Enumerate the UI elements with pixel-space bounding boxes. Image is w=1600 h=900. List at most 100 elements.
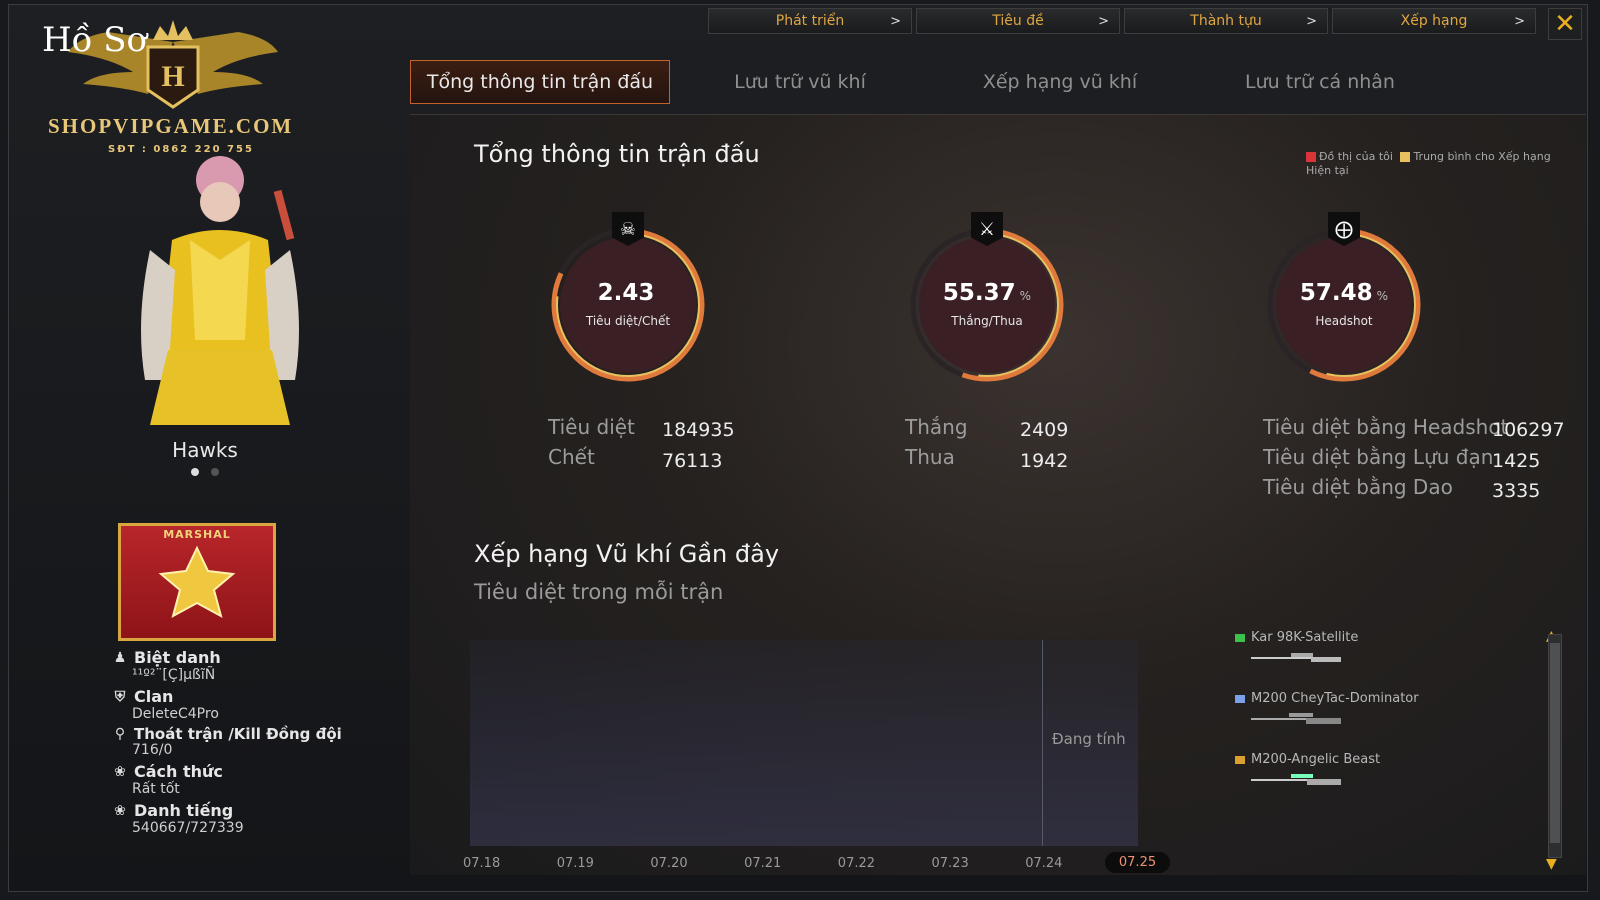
character-pager[interactable] xyxy=(191,468,219,476)
weapon-rank-subtitle: Tiêu diệt trong mỗi trận xyxy=(474,580,724,604)
weapon-name: Kar 98K-Satellite xyxy=(1251,630,1359,645)
weapon-color-swatch xyxy=(1235,694,1245,703)
clan-shield-icon: ⛨ xyxy=(114,688,126,705)
manner-value: Rất tốt xyxy=(132,781,180,797)
headshot-kills-value: 106297 xyxy=(1492,419,1565,441)
knife-kills-value: 3335 xyxy=(1492,480,1541,502)
deaths-value: 76113 xyxy=(662,450,723,472)
kd-gauge: ☠ 2.43 Tiêu diệt/Chết xyxy=(543,212,713,390)
rank-badge: MARSHAL xyxy=(118,523,276,641)
kd-label: Tiêu diệt/Chết xyxy=(585,314,671,328)
menu-achievements[interactable]: Thành tựu > xyxy=(1124,8,1328,34)
winloss-gauge: ⚔ 55.37% Thắng/Thua xyxy=(902,212,1072,390)
legend-mine: Đồ thị của tôi xyxy=(1319,150,1393,163)
knife-kills-label: Tiêu diệt bằng Dao xyxy=(1263,475,1453,499)
clan-label: Clan xyxy=(134,687,174,706)
headshot-kills-label: Tiêu diệt bằng Headshot xyxy=(1263,415,1509,439)
sniper-rifle-icon xyxy=(1251,713,1341,724)
kd-value: 2.43 xyxy=(597,280,655,306)
pager-dot-1[interactable] xyxy=(191,468,199,476)
chart-divider xyxy=(1042,640,1043,846)
x-tick-label: 07.24 xyxy=(1025,856,1063,871)
x-tick-label: 07.18 xyxy=(463,856,501,871)
headshot-label: Headshot xyxy=(1315,314,1373,328)
profile-info: ♟ Biệt danh ¹¹º²¨[Ç]µßĩÑ ⛨ Clan DeleteC4Pr… xyxy=(112,648,372,840)
top-menu: Phát triển > Tiêu đề > Thành tựu > Xếp hạng… xyxy=(708,8,1536,34)
character-name: Hawks xyxy=(172,438,238,462)
weapon-item[interactable]: M200-Angelic Beast xyxy=(1235,752,1515,813)
x-tick-label: 07.20 xyxy=(650,856,688,871)
svg-text:H: H xyxy=(161,60,184,93)
close-icon: ✕ xyxy=(1554,9,1576,39)
close-button[interactable]: ✕ xyxy=(1548,8,1582,40)
kills-value: 184935 xyxy=(662,419,735,441)
losses-value: 1942 xyxy=(1020,450,1069,472)
fame-label: Danh tiếng xyxy=(134,801,234,820)
tab-weapon-ranking[interactable]: Xếp hạng vũ khí xyxy=(930,60,1190,104)
quit-value: 716/0 xyxy=(132,742,173,758)
shop-logo: H Hồ Sơ SHOPVIPGAME.COM SĐT : 0862 220 7… xyxy=(38,12,308,162)
weapon-color-swatch xyxy=(1235,633,1245,642)
weapon-item[interactable]: Kar 98K-Satellite xyxy=(1235,630,1515,691)
legend-mine-swatch xyxy=(1306,152,1316,162)
tab-match-summary[interactable]: Tổng thông tin trận đấu xyxy=(410,60,670,104)
character-portrait xyxy=(80,150,340,440)
menu-label: Xếp hạng xyxy=(1400,13,1468,29)
menu-label: Thành tựu xyxy=(1190,13,1262,29)
sniper-rifle-icon xyxy=(1251,774,1341,785)
chevron-right-icon: > xyxy=(1514,13,1525,29)
weapon-rank-title: Xếp hạng Vũ khí Gần đây xyxy=(474,540,780,568)
menu-ranking[interactable]: Xếp hạng > xyxy=(1332,8,1536,34)
chart-plot-area xyxy=(470,640,1138,846)
tab-bar: Tổng thông tin trận đấu Lưu trữ vũ khí X… xyxy=(410,60,1450,104)
calculating-label: Đang tính xyxy=(1052,730,1126,748)
wins-label: Thắng xyxy=(905,415,968,439)
headshot-gauge: ⨁ 57.48% Headshot xyxy=(1259,212,1429,390)
profile-title: Hồ Sơ xyxy=(42,20,148,60)
weapon-item[interactable]: M200 CheyTac-Dominator xyxy=(1235,691,1515,752)
deaths-label: Chết xyxy=(548,445,595,469)
x-tick-label: 07.23 xyxy=(931,856,969,871)
menu-titles[interactable]: Tiêu đề > xyxy=(916,8,1120,34)
winloss-value: 55.37% xyxy=(942,280,1032,306)
chevron-right-icon: > xyxy=(1098,13,1109,29)
weapon-color-swatch xyxy=(1235,755,1245,764)
headshot-value: 57.48% xyxy=(1299,280,1389,306)
clan-value: DeleteC4Pro xyxy=(132,706,219,722)
weapon-chart xyxy=(470,640,1138,846)
fame-value: 540667/727339 xyxy=(132,820,244,836)
scrollbar-thumb[interactable] xyxy=(1550,643,1560,843)
x-tick-label: 07.19 xyxy=(556,856,594,871)
tab-personal-archive[interactable]: Lưu trữ cá nhân xyxy=(1190,60,1450,104)
x-tick-label[interactable]: 07.25 xyxy=(1104,852,1171,873)
menu-development[interactable]: Phát triển > xyxy=(708,8,912,34)
flower-icon: ❀ xyxy=(114,763,126,780)
winloss-label: Thắng/Thua xyxy=(951,314,1023,328)
kills-label: Tiêu diệt xyxy=(548,415,635,439)
menu-label: Phát triển xyxy=(775,13,845,29)
chevron-right-icon: > xyxy=(890,13,901,29)
scroll-down-icon[interactable]: ▼ xyxy=(1546,856,1557,872)
quit-label: Thoát trận /Kill Đồng đội xyxy=(134,725,342,743)
weapon-name: M200-Angelic Beast xyxy=(1251,752,1381,767)
chart-legend: Đồ thị của tôi Trung bình cho Xếp hạng H… xyxy=(1306,150,1566,178)
nickname-label: Biệt danh xyxy=(134,648,221,667)
losses-label: Thua xyxy=(905,445,955,469)
x-tick-label: 07.21 xyxy=(744,856,782,871)
grenade-kills-label: Tiêu diệt bằng Lựu đạn xyxy=(1263,445,1494,469)
menu-label: Tiêu đề xyxy=(992,13,1044,29)
nickname-value: ¹¹º²¨[Ç]µßĩÑ xyxy=(132,667,216,683)
pager-dot-2[interactable] xyxy=(211,468,219,476)
weapon-name: M200 CheyTac-Dominator xyxy=(1251,691,1419,706)
star-icon xyxy=(158,545,236,618)
tab-weapon-archive[interactable]: Lưu trữ vũ khí xyxy=(670,60,930,104)
person-icon: ♟ xyxy=(113,649,127,666)
sniper-rifle-icon xyxy=(1251,653,1341,662)
weapon-list-scrollbar[interactable] xyxy=(1548,634,1562,858)
running-man-icon: ⚲ xyxy=(114,726,126,742)
x-tick-label: 07.22 xyxy=(837,856,876,871)
wins-value: 2409 xyxy=(1020,419,1069,441)
fame-icon: ❀ xyxy=(114,802,126,819)
manner-label: Cách thức xyxy=(134,762,223,781)
grenade-kills-value: 1425 xyxy=(1492,450,1541,472)
